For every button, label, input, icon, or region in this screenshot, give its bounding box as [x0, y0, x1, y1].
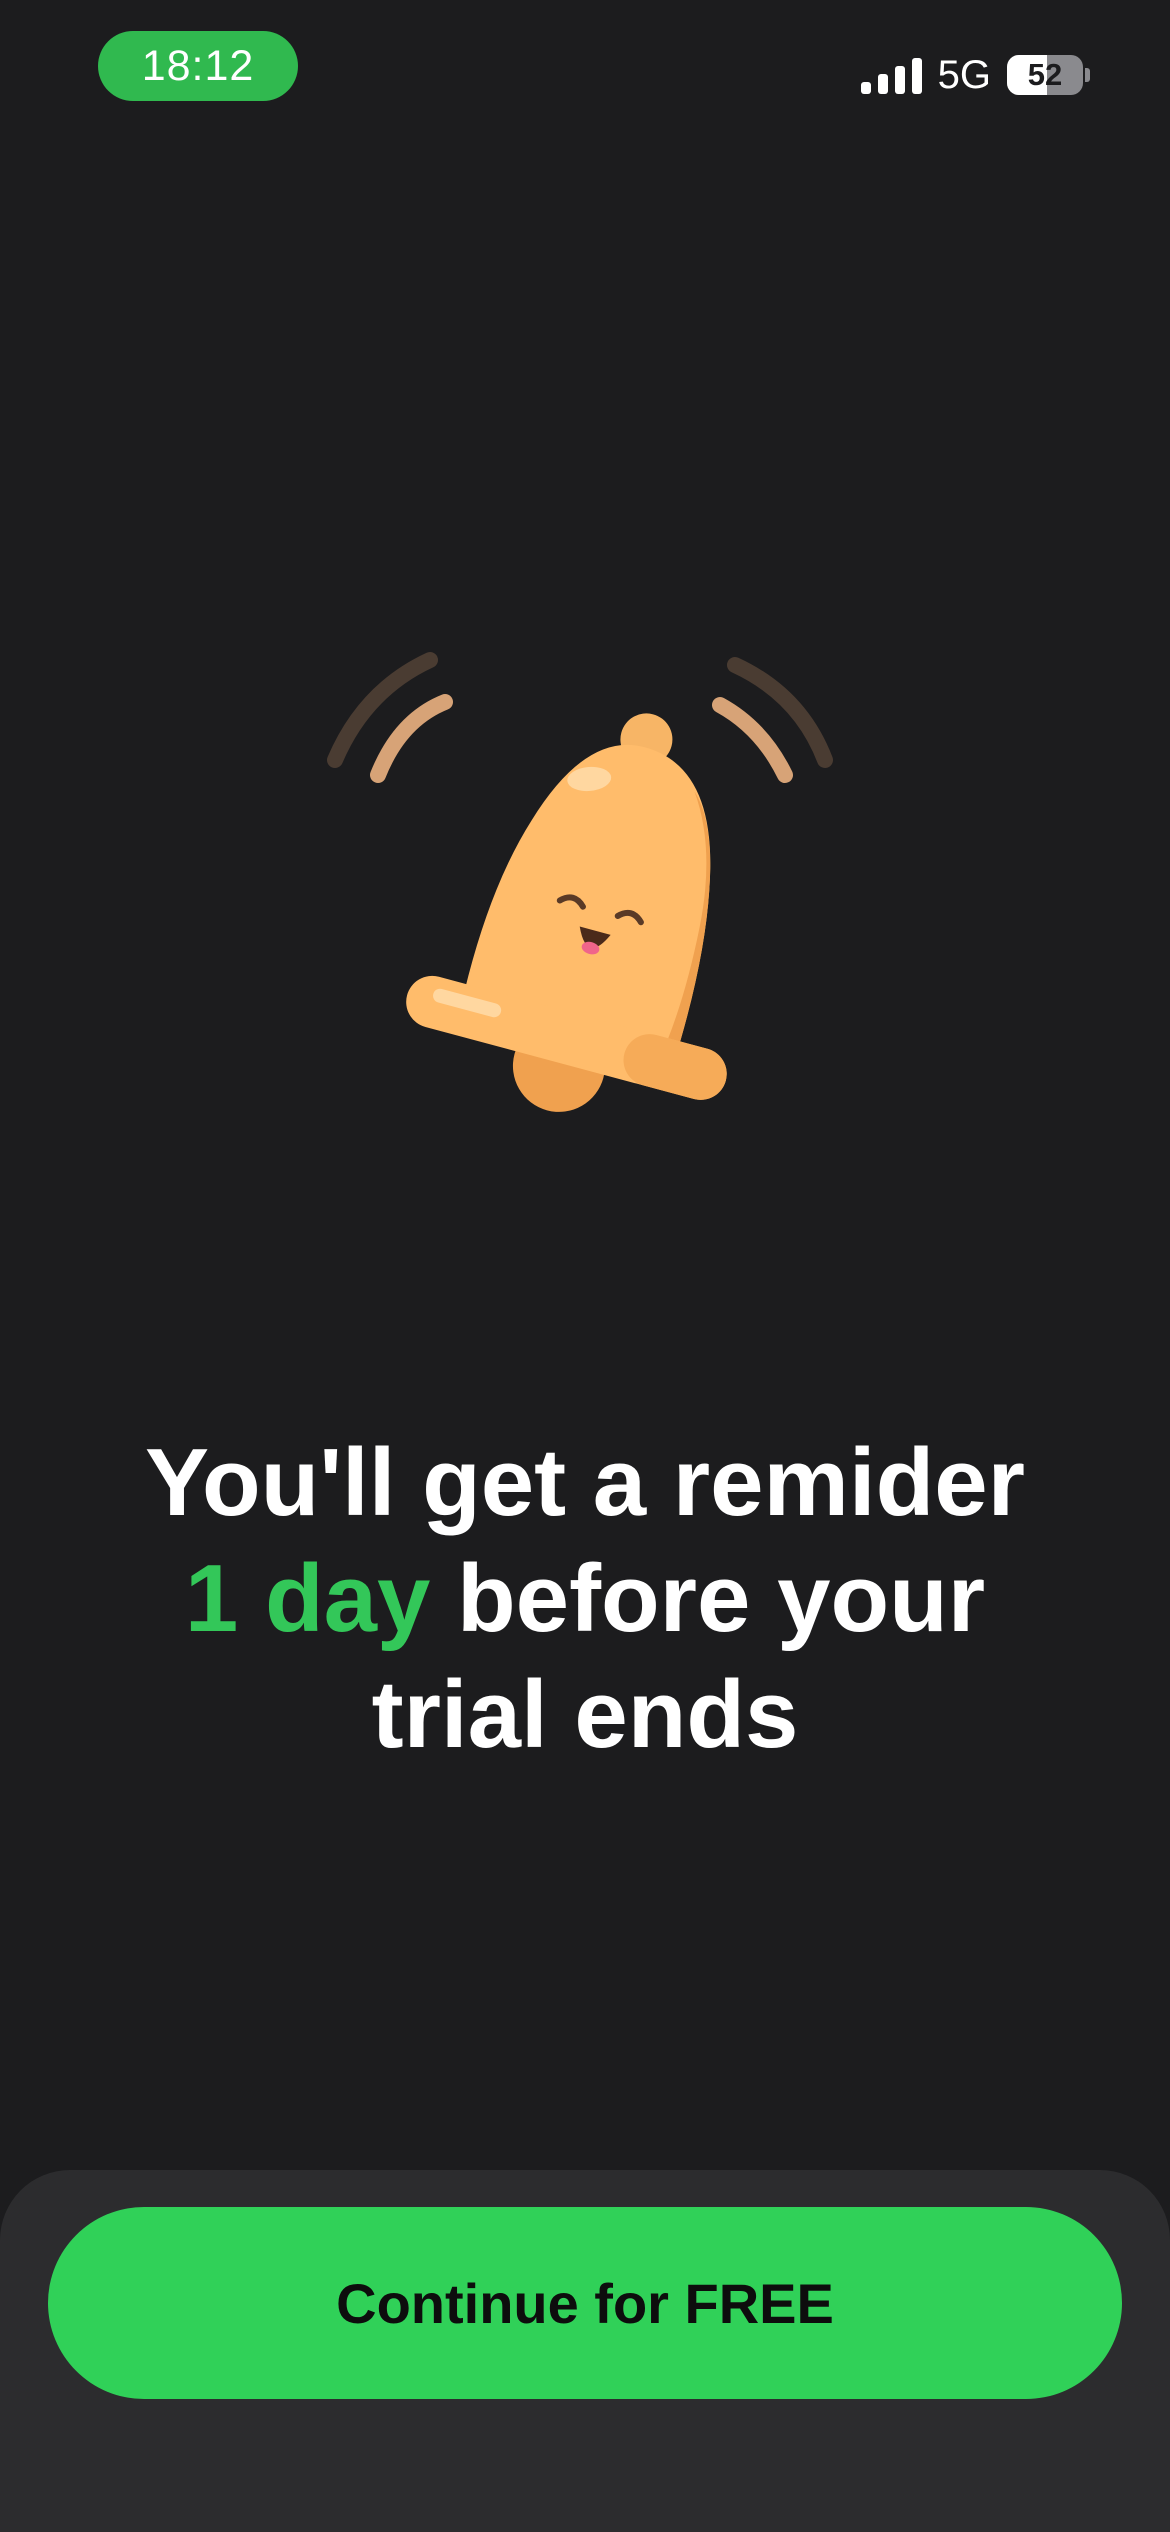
status-bar: 18:12 5G 52: [0, 0, 1170, 140]
network-type: 5G: [937, 52, 991, 97]
continue-free-button[interactable]: Continue for FREE: [48, 2207, 1122, 2399]
headline-line-3: trial ends: [371, 1661, 799, 1768]
bell-icon: [327, 652, 833, 1112]
cellular-signal-icon: [860, 56, 922, 94]
time-indicator[interactable]: 18:12: [98, 31, 298, 101]
sound-waves-right: [712, 657, 833, 783]
headline-accent-duration: 1 day: [184, 1545, 431, 1652]
battery-icon: 52: [1007, 55, 1090, 95]
headline-line-2-rest: before your: [430, 1545, 986, 1652]
reminder-headline: You'll get a remider 1 day before your t…: [60, 1425, 1110, 1773]
status-indicators: 5G 52: [860, 52, 1090, 98]
headline-line-1: You'll get a remider: [145, 1429, 1025, 1536]
battery-level: 52: [1027, 57, 1063, 92]
headline-line-2: 1 day before your: [60, 1541, 1110, 1657]
sound-waves-left: [327, 652, 453, 783]
